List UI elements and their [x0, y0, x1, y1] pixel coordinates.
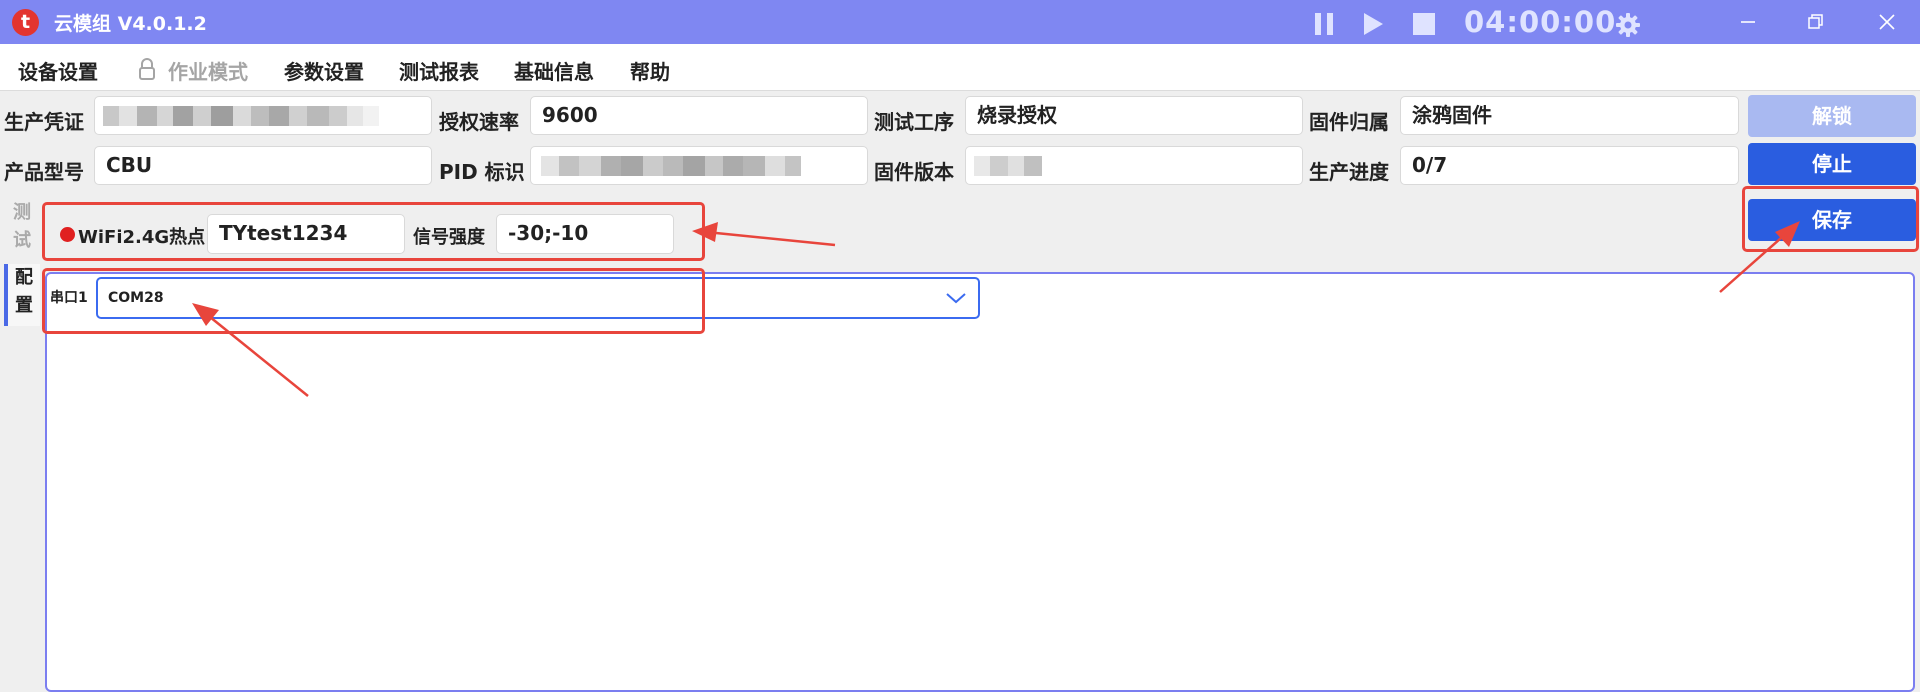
tab-config[interactable]: 配 置	[4, 264, 40, 326]
product-model-field[interactable]: CBU	[94, 146, 432, 185]
auth-rate-label: 授权速率	[439, 110, 519, 134]
chevron-down-icon[interactable]	[944, 290, 968, 306]
firmware-owner-field[interactable]: 涂鸦固件	[1400, 96, 1739, 135]
play-icon[interactable]	[1362, 12, 1384, 36]
menu-help[interactable]: 帮助	[630, 56, 670, 85]
unlock-button[interactable]: 解锁	[1748, 95, 1916, 137]
menu-work-mode[interactable]: 作业模式	[168, 56, 248, 85]
pid-field[interactable]	[530, 146, 868, 185]
config-panel	[45, 272, 1915, 692]
auth-rate-field[interactable]: 9600	[530, 96, 868, 135]
tab-test-char-1: 测	[13, 202, 31, 223]
gear-icon[interactable]	[1615, 12, 1641, 38]
firmware-version-field[interactable]	[965, 146, 1303, 185]
production-credential-field[interactable]	[94, 96, 432, 135]
tab-test-char-2: 试	[13, 230, 31, 251]
tab-test[interactable]: 测 试	[4, 199, 40, 263]
tab-config-char-1: 配	[15, 267, 33, 288]
pixelated-redaction	[541, 156, 801, 176]
tab-config-char-2: 置	[15, 295, 33, 316]
lock-icon	[139, 58, 155, 80]
close-icon[interactable]	[1872, 8, 1902, 36]
pause-icon[interactable]	[1313, 12, 1335, 36]
annotation-box-save	[1742, 186, 1919, 252]
pixelated-redaction	[103, 106, 379, 126]
title-bar: t 云模组 V4.0.1.2 04:00:00	[0, 0, 1920, 44]
timer-display: 04:00:00	[1464, 5, 1617, 39]
stop-button[interactable]: 停止	[1748, 143, 1916, 185]
pid-label: PID 标识	[439, 160, 525, 184]
production-credential-label: 生产凭证	[4, 110, 84, 134]
pixelated-redaction	[974, 156, 1042, 176]
production-progress-label: 生产进度	[1309, 160, 1389, 184]
menu-test-report[interactable]: 测试报表	[399, 56, 479, 85]
menu-bar: 设备设置 作业模式 参数设置 测试报表 基础信息 帮助	[0, 44, 1920, 91]
menu-param-settings[interactable]: 参数设置	[284, 56, 364, 85]
test-process-field[interactable]: 烧录授权	[965, 96, 1303, 135]
menu-basic-info[interactable]: 基础信息	[514, 56, 594, 85]
app-logo-icon: t	[12, 9, 39, 36]
firmware-owner-label: 固件归属	[1309, 110, 1389, 134]
test-process-label: 测试工序	[874, 110, 954, 134]
stop-icon[interactable]	[1412, 12, 1436, 36]
firmware-version-label: 固件版本	[874, 160, 954, 184]
restore-icon[interactable]	[1800, 8, 1830, 36]
minimize-icon[interactable]	[1733, 8, 1763, 36]
annotation-box-serial-port	[42, 268, 705, 334]
app-title: 云模组 V4.0.1.2	[54, 13, 207, 35]
production-progress-field[interactable]: 0/7	[1400, 146, 1739, 185]
product-model-label: 产品型号	[4, 160, 84, 184]
annotation-box-test-row	[42, 202, 705, 261]
menu-device-settings[interactable]: 设备设置	[18, 56, 98, 85]
